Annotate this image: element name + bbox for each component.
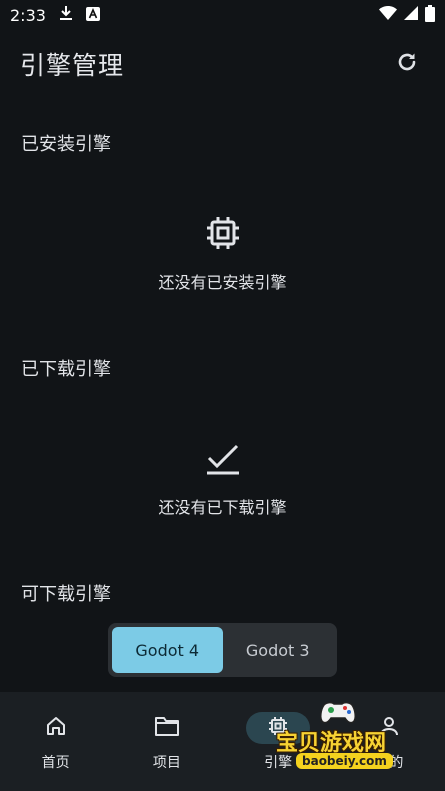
check-icon bbox=[203, 438, 243, 482]
godot4-option[interactable]: Godot 4 bbox=[112, 627, 223, 673]
app-a-icon bbox=[85, 6, 100, 25]
wifi-icon bbox=[379, 5, 397, 25]
downloaded-section-title: 已下载引擎 bbox=[21, 359, 111, 380]
home-icon-wrap bbox=[24, 712, 88, 744]
downloaded-empty-state: 还没有已下载引擎 bbox=[0, 438, 445, 518]
chip-icon bbox=[203, 213, 243, 257]
godot-version-toggle: Godot 4 Godot 3 bbox=[108, 623, 337, 677]
installed-empty-state: 还没有已安装引擎 bbox=[0, 213, 445, 293]
battery-icon bbox=[425, 4, 435, 26]
installed-section-title: 已安装引擎 bbox=[21, 134, 111, 155]
available-section-title: 可下载引擎 bbox=[21, 584, 111, 605]
home-icon bbox=[45, 715, 67, 741]
download-icon bbox=[58, 5, 74, 25]
watermark-url: baobeiy.com bbox=[296, 753, 393, 769]
downloaded-empty-text: 还没有已下载引擎 bbox=[158, 498, 287, 517]
page-title: 引擎管理 bbox=[20, 51, 125, 80]
nav-label-projects: 项目 bbox=[152, 755, 181, 771]
nav-item-projects[interactable]: 项目 bbox=[111, 692, 222, 791]
installed-empty-text: 还没有已安装引擎 bbox=[158, 273, 287, 292]
status-bar: 2:33 bbox=[0, 0, 445, 30]
app-bar: 引擎管理 bbox=[0, 40, 445, 88]
refresh-button[interactable] bbox=[389, 46, 425, 82]
godot3-option[interactable]: Godot 3 bbox=[223, 627, 334, 673]
status-time: 2:33 bbox=[10, 5, 46, 25]
folder-icon-wrap bbox=[135, 712, 199, 744]
folder-icon bbox=[154, 715, 180, 741]
nav-item-home[interactable]: 首页 bbox=[0, 692, 111, 791]
refresh-icon bbox=[395, 50, 419, 78]
watermark: 宝贝游戏网 baobeiy.com bbox=[268, 695, 418, 775]
signal-icon bbox=[403, 5, 419, 25]
nav-label-home: 首页 bbox=[41, 755, 70, 771]
